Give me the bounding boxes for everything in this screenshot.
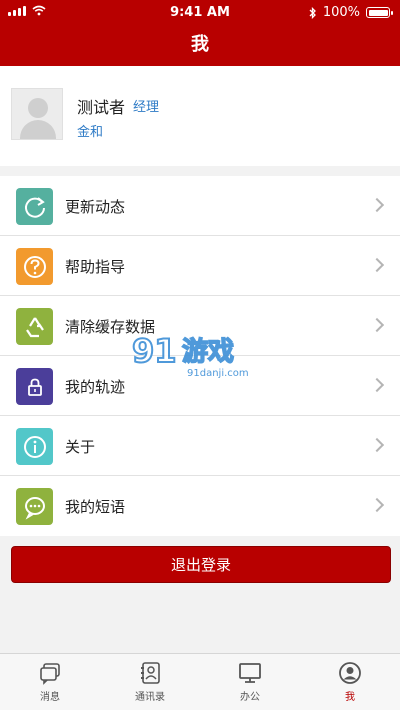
- info-icon: [16, 428, 53, 465]
- recycle-icon: [16, 308, 53, 345]
- chat-bubble-icon: [16, 488, 53, 525]
- chevron-right-icon: [369, 437, 385, 453]
- page-title: 我: [191, 34, 209, 55]
- chevron-right-icon: [369, 257, 385, 273]
- menu-item-label: 帮助指导: [65, 258, 126, 276]
- menu-item-track[interactable]: 我的轨迹: [0, 356, 400, 416]
- refresh-icon: [16, 188, 53, 225]
- avatar[interactable]: [11, 88, 63, 140]
- status-bar: 9:41 AM 100%: [0, 0, 400, 24]
- tab-label: 通讯录: [135, 692, 165, 703]
- menu-item-label: 我的轨迹: [65, 378, 126, 396]
- menu-item-label: 更新动态: [65, 198, 126, 216]
- menu-item-help[interactable]: 帮助指导: [0, 236, 400, 296]
- profile-card[interactable]: 测试者 经理 金和: [0, 66, 400, 166]
- menu-item-label: 清除缓存数据: [65, 318, 156, 336]
- battery-percent: 100%: [322, 5, 360, 20]
- tab-label: 我: [345, 692, 355, 703]
- chevron-right-icon: [369, 377, 385, 393]
- logout-button[interactable]: 退出登录: [11, 546, 391, 583]
- menu-item-label: 关于: [65, 438, 96, 456]
- tab-me[interactable]: 我: [300, 654, 400, 710]
- tab-messages[interactable]: 消息: [0, 654, 100, 710]
- chevron-right-icon: [369, 197, 385, 213]
- profile-company: 金和: [77, 125, 104, 140]
- tab-bar: 消息 通讯录 办公 我: [0, 653, 400, 710]
- monitor-icon: [239, 663, 261, 683]
- menu-item-label: 我的短语: [65, 498, 126, 516]
- tab-label: 消息: [40, 692, 60, 703]
- settings-menu: 更新动态 帮助指导 清除缓存数据 我的轨迹 关于 我的短语: [0, 176, 400, 536]
- top-bar: 9:41 AM 100% 我: [0, 0, 400, 66]
- chevron-right-icon: [369, 497, 385, 513]
- chevron-right-icon: [369, 317, 385, 333]
- menu-item-clear-cache[interactable]: 清除缓存数据: [0, 296, 400, 356]
- status-right: 100%: [309, 5, 393, 20]
- user-icon: [339, 662, 361, 684]
- menu-item-update[interactable]: 更新动态: [0, 176, 400, 236]
- tab-contacts[interactable]: 通讯录: [100, 654, 200, 710]
- profile-role: 经理: [133, 100, 160, 115]
- menu-item-about[interactable]: 关于: [0, 416, 400, 476]
- tab-office[interactable]: 办公: [200, 654, 300, 710]
- contacts-icon: [141, 662, 160, 684]
- question-icon: [16, 248, 53, 285]
- tab-label: 办公: [240, 692, 260, 703]
- lock-icon: [16, 368, 53, 405]
- battery-icon: [366, 7, 393, 18]
- bluetooth-icon: [309, 6, 316, 19]
- profile-name: 测试者: [77, 98, 126, 117]
- menu-item-phrases[interactable]: 我的短语: [0, 476, 400, 536]
- messages-icon: [40, 663, 60, 685]
